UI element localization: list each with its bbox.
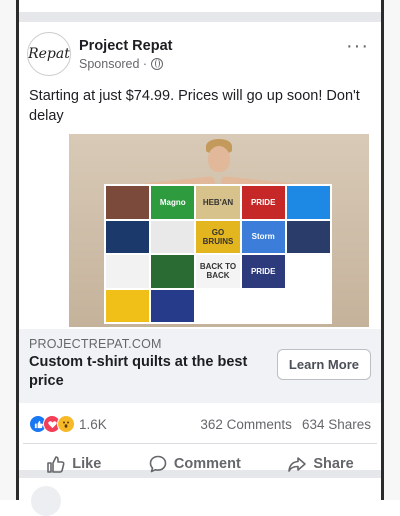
comment-label: Comment (173, 456, 241, 472)
quilt-tile (151, 255, 195, 288)
page-avatar[interactable]: Repat (27, 32, 71, 76)
sponsored-post-card: Repat Project Repat Sponsored · ··· Star… (19, 22, 381, 473)
next-post-avatar (31, 486, 61, 516)
post-header-text: Project Repat Sponsored · (79, 38, 346, 71)
quilt-tile (286, 186, 330, 219)
feed-screen[interactable]: Repat Project Repat Sponsored · ··· Star… (19, 0, 381, 516)
link-preview[interactable]: PROJECTREPAT.COM Custom t-shirt quilts a… (19, 329, 381, 403)
previous-post-card (19, 0, 381, 12)
reaction-icons[interactable] (29, 415, 75, 433)
post-image[interactable]: Magno HEB'AN PRIDE GO BRUINS Storm BACK TO BA… (69, 134, 369, 327)
shares-count[interactable]: 634 Shares (302, 417, 371, 432)
post-header: Repat Project Repat Sponsored · ··· (19, 22, 381, 76)
comments-count[interactable]: 362 Comments (200, 417, 292, 432)
quilt-tile: PRIDE (241, 255, 285, 288)
avatar-logo-text: Repat (28, 46, 70, 62)
phone-bezel-left (0, 0, 19, 500)
sponsored-label: Sponsored · (79, 57, 346, 71)
quilt-tile: GO BRUINS (196, 220, 240, 253)
quilt-tile (286, 255, 330, 288)
more-options-button[interactable]: ··· (346, 35, 369, 58)
quilt-tile (106, 289, 150, 322)
globe-icon (151, 57, 164, 70)
comment-button[interactable]: Comment (148, 454, 241, 474)
quilt-tile: Storm (241, 220, 285, 253)
comment-icon (149, 455, 167, 473)
quilt-tile (286, 289, 330, 322)
sponsored-text: Sponsored · (79, 56, 148, 71)
quilt-tile (196, 289, 240, 322)
quilt-tile: PRIDE (241, 186, 285, 219)
person-head (208, 146, 230, 172)
quilt-tile (106, 255, 150, 288)
phone-bezel-right (381, 0, 400, 500)
post-text: Starting at just $74.99. Prices will go … (29, 88, 360, 124)
like-label: Like (72, 456, 102, 472)
quilt-tile (106, 220, 150, 253)
share-arrow-icon (288, 457, 307, 472)
page-name[interactable]: Project Repat (79, 38, 346, 54)
link-domain: PROJECTREPAT.COM (29, 337, 162, 351)
quilt-tile (151, 220, 195, 253)
quilt-tile (151, 289, 195, 322)
quilt-tile (106, 186, 150, 219)
reaction-count[interactable]: 1.6K (79, 417, 107, 432)
next-post-card (19, 478, 381, 516)
quilt-tile: Magno (151, 186, 195, 219)
learn-more-button[interactable]: Learn More (276, 348, 371, 380)
link-title: Custom t-shirt quilts at the best price (29, 354, 248, 389)
quilt-tile (286, 220, 330, 253)
link-text: PROJECTREPAT.COM Custom t-shirt quilts a… (29, 337, 277, 391)
phone-frame: Repat Project Repat Sponsored · ··· Star… (0, 0, 400, 516)
share-label: Share (313, 456, 354, 472)
quilt-tile (241, 289, 285, 322)
quilt-tile: HEB'AN (196, 186, 240, 219)
reactions-bar: 1.6K 362 Comments 634 Shares (19, 403, 381, 443)
like-button[interactable]: Like (46, 454, 101, 474)
t-shirt-quilt: Magno HEB'AN PRIDE GO BRUINS Storm BACK TO BA… (104, 184, 332, 324)
quilt-tile: BACK TO BACK (196, 255, 240, 288)
thumbs-up-icon (47, 456, 65, 473)
wow-reaction-icon (57, 415, 75, 433)
share-button[interactable]: Share (287, 454, 354, 474)
